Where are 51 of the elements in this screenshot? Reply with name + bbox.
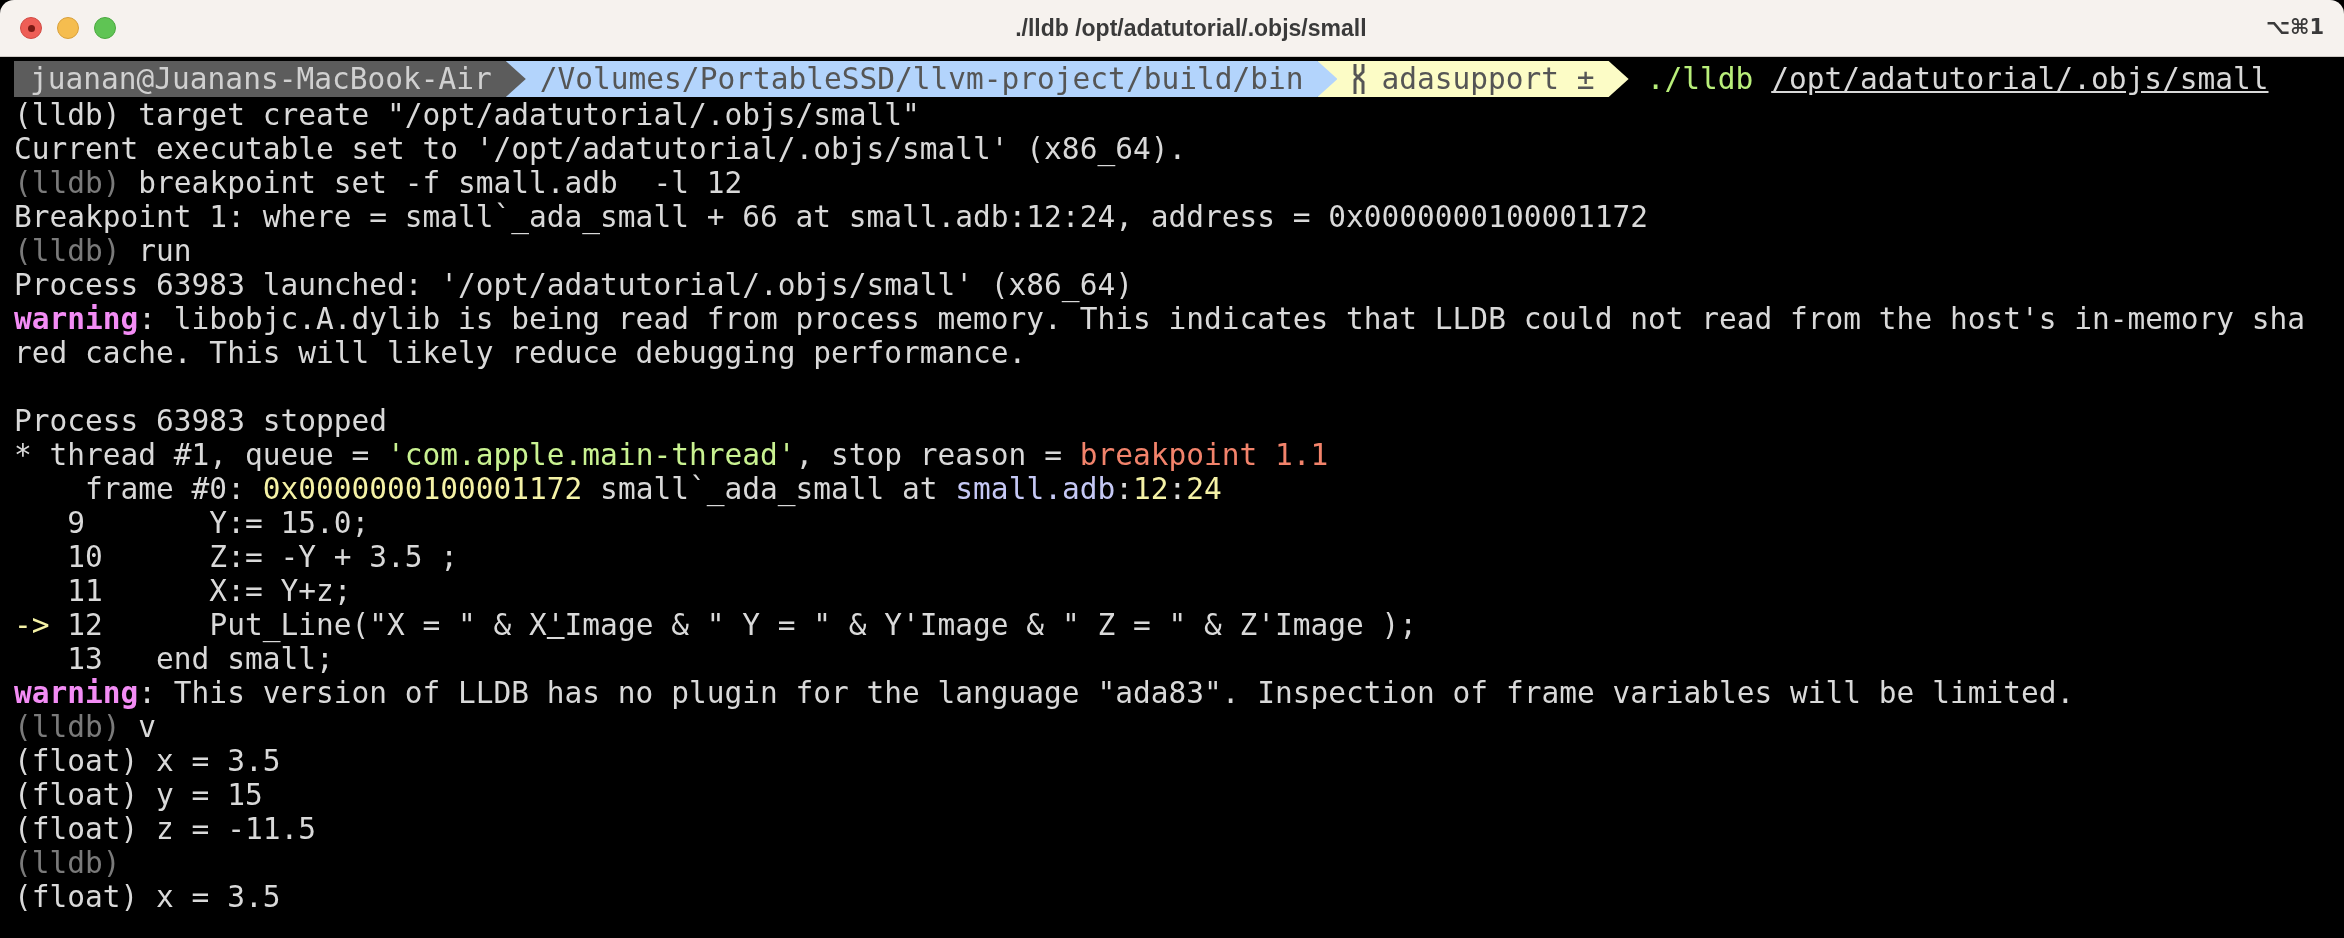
terminal-text: (float) x = 3.5	[14, 744, 281, 778]
terminal-text: frame #0:	[84, 472, 246, 506]
address-text: 12	[1132, 472, 1169, 506]
warning-label: warning	[14, 302, 139, 336]
zoom-button[interactable]	[94, 17, 116, 39]
terminal-text: Current executable set to '/opt/adatutorial/.objs/small' (x86_64).	[14, 132, 1187, 166]
terminal-text: (lldb) target create "/opt/adatutorial/.objs/small"	[14, 98, 920, 132]
terminal-text: 13 end small;	[66, 642, 334, 676]
terminal-text: :	[1168, 472, 1187, 506]
terminal-text: (float) z = -11.5	[14, 812, 316, 846]
current-line-arrow: ->	[14, 608, 50, 642]
shortcut-label: ⌥⌘1	[2265, 14, 2324, 42]
file-name: small.adb	[955, 472, 1116, 506]
terminal-text: : libobjc.A.dylib is being read from process memory. This indicates that LLDB could not read from the host's in-memory sha	[138, 302, 2306, 336]
terminal-text: :	[1115, 472, 1133, 506]
lldb-prompt: (lldb)	[14, 234, 121, 268]
terminal-text: Process 63983 stopped	[14, 404, 387, 438]
window-title: ./lldb /opt/adatutorial/.objs/small	[1015, 13, 1367, 43]
minimize-button[interactable]	[57, 17, 79, 39]
lldb-prompt: (lldb)	[14, 166, 121, 200]
terminal-text: (float) x = 3.5	[14, 880, 281, 914]
command-argument: /opt/adatutorial/.objs/small	[1771, 62, 2269, 96]
terminal-text: v	[137, 710, 157, 744]
command-name: ./lldb	[1646, 62, 1754, 96]
terminal-text: * thread #1, queue =	[14, 438, 371, 472]
terminal-text: 12 Put_Line("X = " & X	[66, 608, 547, 642]
terminal-text: breakpoint set -f small.adb -l 12	[137, 166, 743, 200]
address-text: 24	[1186, 472, 1222, 506]
close-button[interactable]	[20, 17, 42, 39]
terminal-text: Process 63983 launched: '/opt/adatutorial/.objs/small' (x86_64)	[14, 268, 1133, 302]
user-host-segment: juanan@Juanans-MacBook-Air	[14, 61, 526, 97]
lldb-prompt: (lldb)	[14, 710, 121, 744]
terminal-text: Breakpoint 1: where = small`_ada_small + 66 at small.adb:12:24, address = 0x0000000100001172	[14, 200, 1648, 234]
underlined-char: '	[546, 608, 565, 642]
terminal-text: red cache. This will likely reduce debugging performance.	[14, 336, 1027, 370]
stop-reason: breakpoint 1.1	[1079, 438, 1329, 472]
terminal-text: 10 Z:= -Y + 3.5 ;	[66, 540, 458, 574]
address-text: 0x0000000100001172	[262, 472, 583, 506]
terminal-text: , stop reason =	[795, 438, 1063, 472]
terminal-text: small`_ada_small at	[599, 472, 939, 506]
terminal-text: : This version of LLDB has no plugin for the language "ada83". Inspection of frame variables will be limited.	[138, 676, 2075, 710]
string-literal: 'com.apple.main-thread'	[387, 438, 796, 472]
terminal-text: (float) y = 15	[14, 778, 263, 812]
terminal-text: Image & " Y = " & Y'Image & " Z = " & Z'Image );	[564, 608, 1418, 642]
warning-label: warning	[14, 676, 139, 710]
terminal-text: 9 Y:= 15.0;	[66, 506, 370, 540]
terminal-text: run	[137, 234, 192, 268]
directory-segment: /Volumes/PortableSSD/llvm-project/build/bin	[505, 61, 1338, 97]
git-branch-segment: adasupport ±	[1317, 61, 1629, 97]
lldb-prompt: (lldb)	[14, 846, 121, 880]
terminal-text: 11 X:= Y+z;	[66, 574, 352, 608]
